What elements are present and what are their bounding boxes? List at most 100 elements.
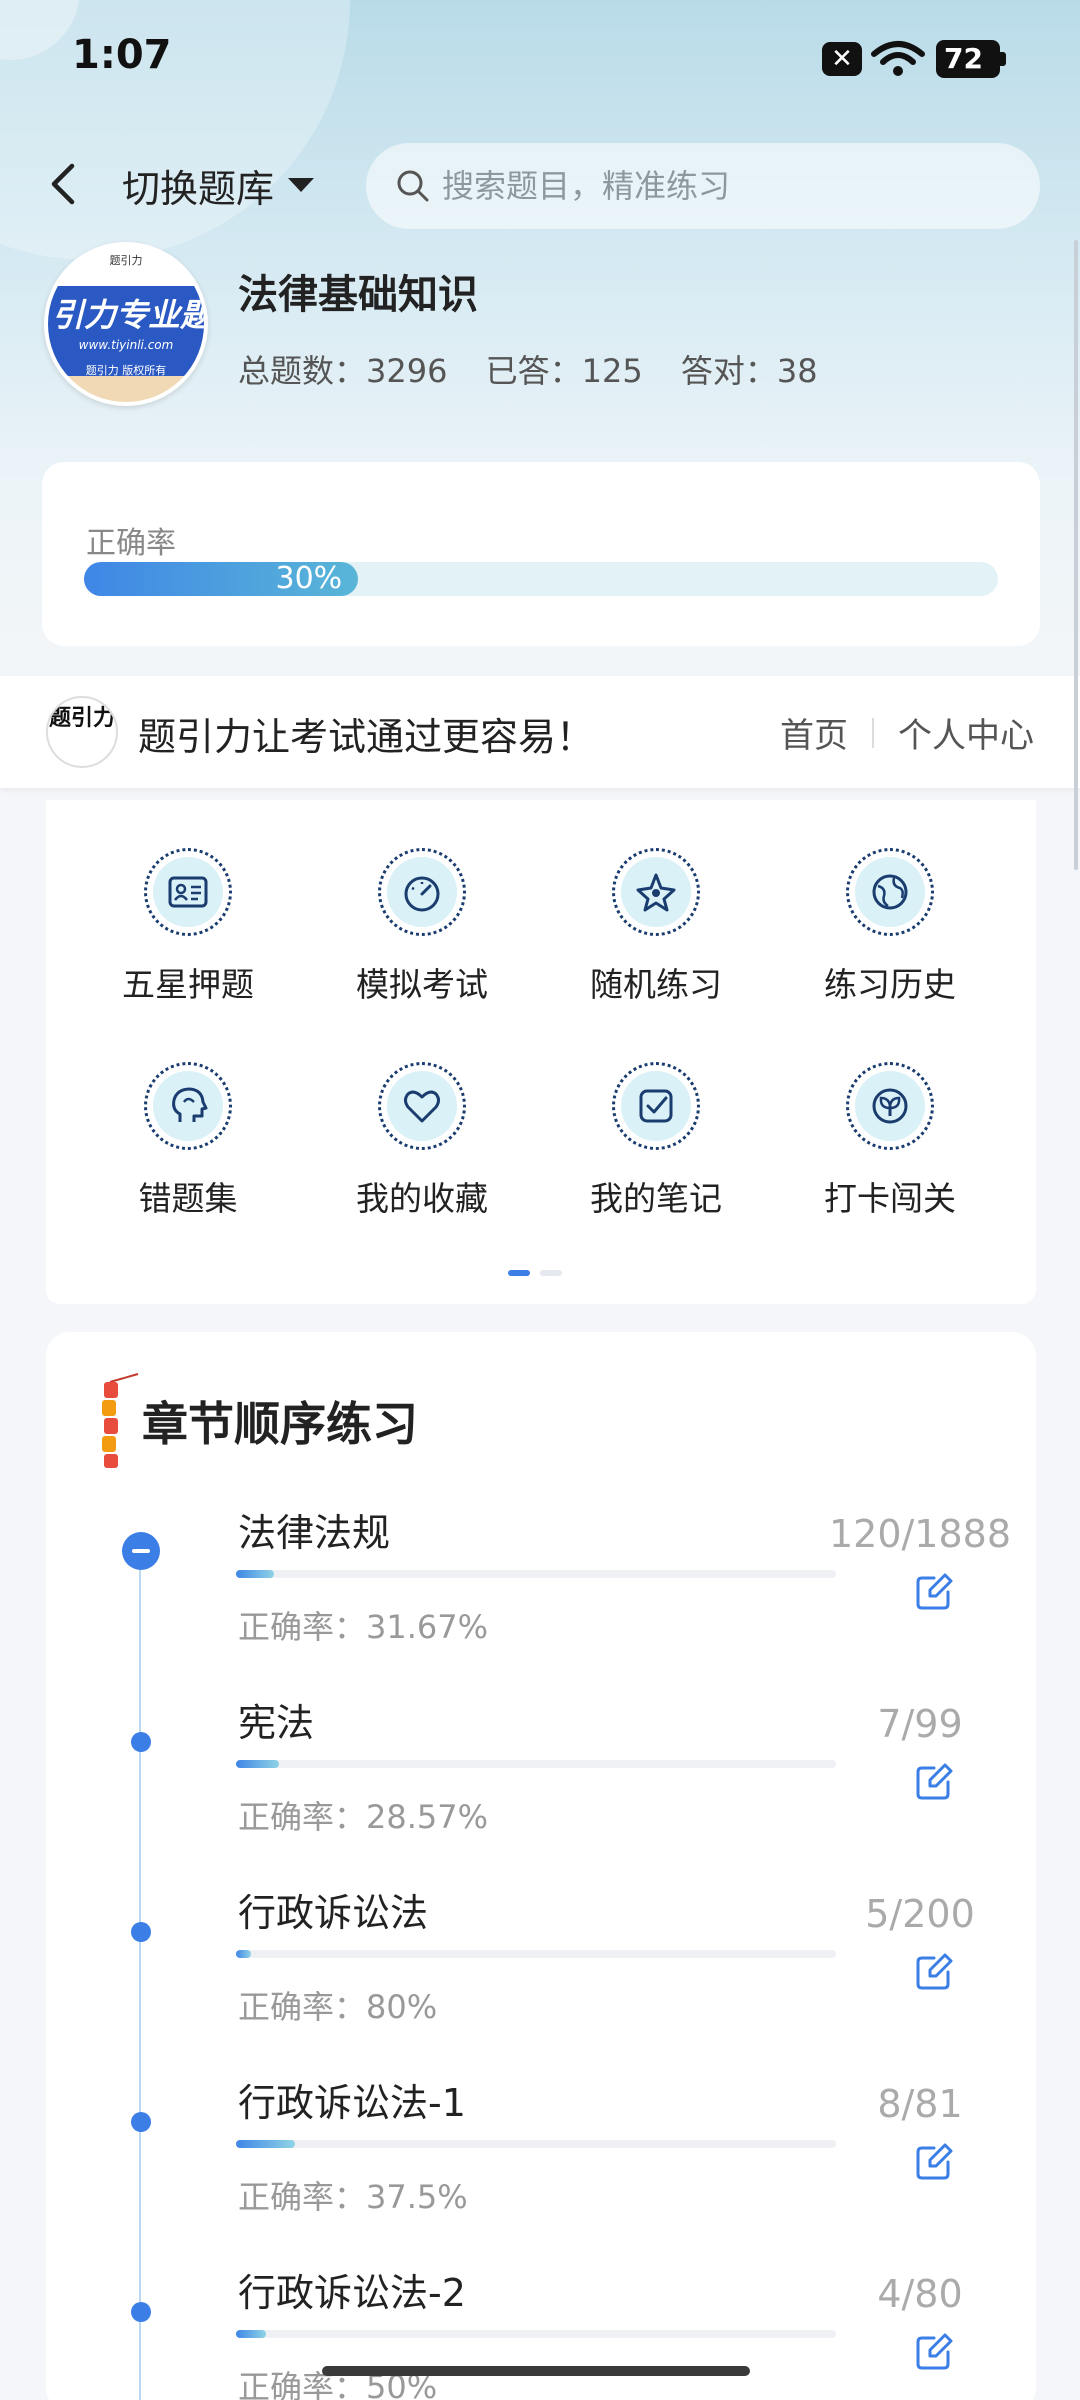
battery-icon: 72 [936, 40, 1006, 78]
nav-divider [872, 717, 874, 748]
chapter-progress-bar [236, 2330, 836, 2338]
feature-label: 我的收藏 [356, 1179, 488, 1218]
chapter-name: 行政诉讼法 [238, 1891, 429, 1935]
feature-icon-bg [621, 1071, 691, 1141]
feature-icon-ring [612, 848, 700, 936]
page-dot [540, 1270, 562, 1276]
chapter-progress-bar [236, 1760, 836, 1768]
chapter-row[interactable]: 行政诉讼法正确率：80% 5/200 [46, 1882, 1036, 2072]
chapter-row[interactable]: 行政诉讼法-1 正确率：37.5% 8/81 [46, 2072, 1036, 2262]
chapter-name: 法律法规 [238, 1511, 391, 1555]
feature-notes[interactable]: 我的笔记 [556, 1062, 756, 1220]
chapter-accuracy: 正确率：80% [238, 1988, 438, 2026]
feature-wrong-questions[interactable]: 错题集 [88, 1062, 288, 1220]
id-card-icon [168, 876, 208, 908]
sprout-icon [872, 1088, 908, 1124]
chapter-progress-fill [236, 1760, 279, 1768]
chapter-count: 7/99 [877, 1702, 963, 1746]
chapter-count: 5/200 [865, 1892, 975, 1936]
slogan-text: 题引力让考试通过更容易！ [138, 715, 595, 759]
brand-logo: 题引力 [46, 696, 118, 768]
notification-x-icon: ✕ [822, 42, 862, 76]
accuracy-progress-bar: 30% [84, 562, 998, 596]
chapter-accuracy: 正确率：37.5% [238, 2178, 468, 2216]
feature-icon-bg [855, 857, 925, 927]
feature-label: 错题集 [138, 1179, 238, 1218]
page-indicator [508, 1270, 562, 1276]
edit-icon[interactable] [914, 1952, 954, 1992]
accuracy-progress-fill: 30% [84, 562, 359, 596]
chapter-count: 4/80 [877, 2272, 963, 2316]
slogan-nav: 首页 个人中心 [780, 708, 1034, 757]
feature-icon-ring [612, 1062, 700, 1150]
chapter-progress-bar [236, 2140, 836, 2148]
status-bar: 1:07 ✕ 72 [0, 0, 1080, 120]
firecracker-icon [102, 1373, 139, 1468]
chapter-row[interactable]: 宪法 正确率：28.57% 7/99 [46, 1692, 1036, 1882]
edit-icon[interactable] [914, 2142, 954, 2182]
nav-profile-link[interactable]: 个人中心 [898, 708, 1034, 757]
chapter-row[interactable]: 行政诉讼法-2 正确率：50% 4/80 [46, 2262, 1036, 2400]
feature-icon-bg [387, 857, 457, 927]
feature-icon-ring [144, 848, 232, 936]
search-bar[interactable] [366, 143, 1040, 229]
feature-five-star[interactable]: 五星押题 [88, 848, 288, 1006]
logo-bottom-band [48, 376, 204, 402]
library-title: 法律基础知识 [238, 272, 478, 318]
brand-logo-text: 题引力 [48, 706, 115, 731]
chapter-row[interactable]: 法律法规 正确率：31.67% 120/1888 [46, 1502, 1036, 1692]
shuffle-star-icon [636, 873, 676, 912]
back-arrow-icon[interactable] [44, 158, 84, 210]
gauge-icon [404, 876, 440, 912]
chapter-name: 行政诉讼法-1 [238, 2081, 466, 2125]
edit-icon[interactable] [914, 2332, 954, 2372]
chapter-progress-bar [236, 1950, 836, 1958]
feature-icon-ring [846, 848, 934, 936]
chapter-section-title: 章节顺序练习 [142, 1397, 418, 1451]
feature-icon-ring [846, 1062, 934, 1150]
heart-icon [404, 1090, 440, 1123]
feature-icon-ring [378, 1062, 466, 1150]
search-input[interactable] [442, 167, 1002, 205]
feature-label: 打卡闯关 [824, 1179, 956, 1218]
feature-random-practice[interactable]: 随机练习 [556, 848, 756, 1006]
head-icon [172, 1087, 208, 1122]
chapter-progress-fill [236, 2330, 266, 2338]
feature-icon-bg [153, 1071, 223, 1141]
nav-home-link[interactable]: 首页 [780, 708, 848, 757]
home-indicator[interactable] [322, 2366, 750, 2376]
status-time: 1:07 [72, 32, 172, 78]
feature-mock-exam[interactable]: 模拟考试 [322, 848, 522, 1006]
accuracy-label: 正确率 [86, 526, 176, 561]
feature-checkin[interactable]: 打卡闯关 [790, 1062, 990, 1220]
feature-label: 模拟考试 [356, 965, 488, 1004]
globe-history-icon [872, 874, 908, 910]
chapter-count: 120/1888 [828, 1512, 1012, 1556]
logo-url-text: www.tiyinli.com [78, 338, 174, 352]
timeline-dot [131, 2302, 151, 2322]
feature-practice-history[interactable]: 练习历史 [790, 848, 990, 1006]
switch-library-button[interactable]: 切换题库 [122, 158, 315, 212]
chapter-practice-card: 章节顺序练习 法律法规 正确率：31.67% 120/1888 宪法 正确率：28.57… [46, 1332, 1036, 2400]
slogan-bar: 题引力 题引力让考试通过更容易！ 首页 个人中心 [0, 676, 1080, 788]
chapter-name: 行政诉讼法-2 [238, 2271, 466, 2315]
feature-icon-bg [387, 1071, 457, 1141]
collapse-icon[interactable] [122, 1532, 160, 1570]
feature-label: 随机练习 [590, 965, 722, 1004]
edit-icon[interactable] [914, 1572, 954, 1612]
feature-icon-ring [378, 848, 466, 936]
feature-icon-ring [144, 1062, 232, 1150]
feature-favorites[interactable]: 我的收藏 [322, 1062, 522, 1220]
feature-icon-bg [855, 1071, 925, 1141]
edit-icon[interactable] [914, 1762, 954, 1802]
feature-label: 五星押题 [122, 965, 254, 1004]
feature-label: 我的笔记 [590, 1179, 722, 1218]
feature-icon-bg [153, 857, 223, 927]
search-icon [397, 170, 429, 202]
timeline-dot [131, 2112, 151, 2132]
chapter-progress-fill [236, 1950, 251, 1958]
accuracy-card: 正确率 30% [42, 462, 1040, 646]
scrollbar[interactable] [1074, 240, 1078, 870]
chapter-progress-bar [236, 1570, 836, 1578]
feature-grid: 五星押题 模拟考试 随机练习 练习历史 错题集 我的收藏 我的笔记 打卡闯关 [46, 800, 1036, 1304]
